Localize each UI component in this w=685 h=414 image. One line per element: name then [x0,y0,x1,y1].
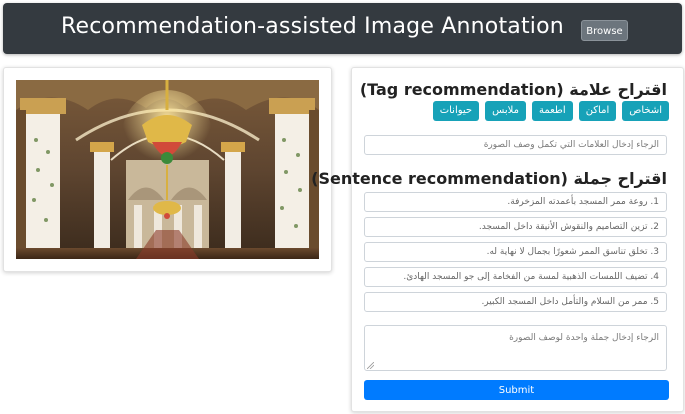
tag-section-title: اقتراح علامة (Tag recommendation) [359,80,667,99]
resize-handle-icon[interactable] [367,362,374,369]
app-header: Recommendation-assisted Image Annotation… [3,3,682,54]
sentence-suggestion-2[interactable]: 2. تزين التصاميم والنقوش الأنيقة داخل ال… [364,217,667,237]
app-title: Recommendation-assisted Image Annotation [61,14,564,39]
annotation-panel: اقتراح علامة (Tag recommendation) اشخاص … [311,67,684,412]
tag-input[interactable]: الرجاء إدخال العلامات التي تكمل وصف الصو… [364,135,667,155]
sentence-textarea[interactable]: الرجاء إدخال جملة واحدة لوصف الصورة [364,325,667,371]
tag-button-food[interactable]: اطعمة [531,101,573,121]
submit-button[interactable]: Submit [364,380,669,400]
image-card [3,67,332,272]
sentence-suggestion-4[interactable]: 4. تضيف اللمسات الذهبية لمسة من الفخامة … [364,267,667,287]
browse-button[interactable]: Browse [581,20,628,41]
sentence-suggestion-3[interactable]: 3. تخلق تناسق الممر شعورًا بجمال لا نهاي… [364,242,667,262]
tag-button-group: اشخاص اماكن اطعمة ملابس حيوانات [432,101,669,121]
tag-button-people[interactable]: اشخاص [622,101,669,121]
sentence-suggestion-1[interactable]: 1. روعة ممر المسجد بأعمدته المزخرفة. [364,192,667,212]
annotated-image [16,80,319,259]
tag-button-clothes[interactable]: ملابس [485,101,526,121]
tag-button-places[interactable]: اماكن [578,101,617,121]
sentence-suggestion-5[interactable]: 5. ممر من السلام والتأمل داخل المسجد الك… [364,292,667,312]
sentence-section-title: اقتراح جملة (Sentence recommendation) [311,169,667,188]
tag-button-animals[interactable]: حيوانات [432,101,480,121]
